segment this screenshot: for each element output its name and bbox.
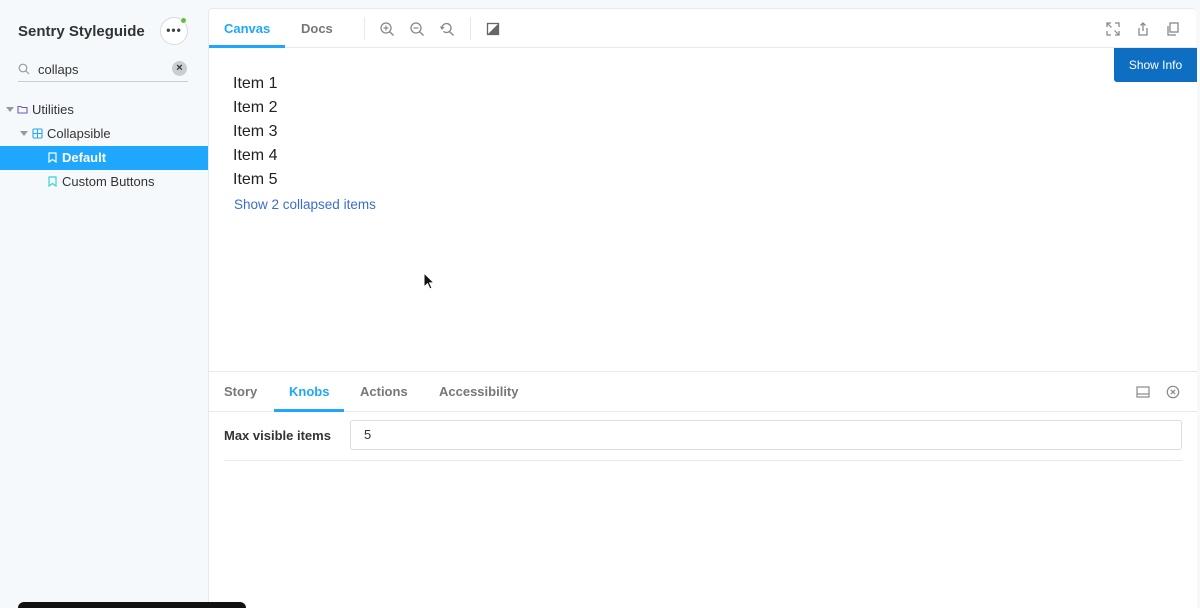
show-collapsed-items-link[interactable]: Show 2 collapsed items (234, 193, 376, 217)
show-info-button[interactable]: Show Info (1114, 48, 1197, 82)
addons-tabs: Story Knobs Actions Accessibility (209, 372, 1197, 412)
toolbar-divider (470, 17, 471, 40)
menu-button[interactable]: ••• (160, 17, 188, 45)
sidebar: Sentry Styleguide ••• collaps × Utilitie… (0, 0, 208, 608)
share-icon[interactable] (1135, 21, 1151, 37)
tree-item-collapsible[interactable]: Collapsible (0, 122, 208, 146)
list-item: Item 4 (233, 147, 278, 164)
toolbar: Canvas Docs (209, 9, 1197, 48)
tree-item-label: Default (62, 150, 107, 165)
tab-story[interactable]: Story (209, 372, 272, 412)
collapsible-list: Item 1 Item 2 Item 3 Item 4 Item 5 Show … (233, 72, 376, 217)
chevron-down-icon (6, 107, 14, 112)
list-item: Item 2 (233, 99, 278, 116)
folder-icon (17, 105, 28, 114)
bottom-overlay-bar (18, 602, 246, 608)
component-icon (32, 128, 43, 139)
list-item: Item 5 (233, 171, 278, 188)
tab-canvas[interactable]: Canvas (209, 9, 286, 48)
tab-knobs[interactable]: Knobs (274, 372, 345, 412)
story-canvas: Show Info Item 1 Item 2 Item 3 Item 4 It… (209, 48, 1197, 371)
knob-label: Max visible items (224, 428, 331, 443)
zoom-in-icon[interactable] (379, 21, 395, 37)
background-icon[interactable] (485, 21, 501, 37)
tree-item-label: Collapsible (47, 126, 111, 141)
tree-item-label: Custom Buttons (62, 174, 155, 189)
knob-row: Max visible items 5 (224, 420, 1182, 461)
clear-search-icon[interactable]: × (172, 61, 187, 76)
more-icon: ••• (166, 22, 182, 37)
panel-position-icon[interactable] (1136, 385, 1150, 399)
list-item: Item 3 (233, 123, 278, 140)
chevron-down-icon (20, 131, 28, 136)
tree-item-custom-buttons[interactable]: Custom Buttons (0, 170, 208, 194)
max-visible-items-input[interactable]: 5 (350, 420, 1182, 450)
preview-panel: Canvas Docs Show Info Item 1 Item 2 Item… (208, 8, 1197, 608)
tree-item-utilities[interactable]: Utilities (0, 98, 208, 122)
zoom-reset-icon[interactable] (439, 21, 455, 37)
tab-accessibility[interactable]: Accessibility (424, 372, 534, 412)
bookmark-icon (48, 176, 57, 187)
search-icon (18, 63, 30, 75)
search-box[interactable]: collaps × (18, 59, 188, 82)
zoom-out-icon[interactable] (409, 21, 425, 37)
status-indicator (180, 17, 187, 24)
tree-item-default[interactable]: Default (0, 146, 208, 170)
bookmark-icon (48, 152, 57, 163)
search-input[interactable]: collaps (38, 62, 78, 77)
tree-item-label: Utilities (32, 102, 74, 117)
toolbar-divider (364, 17, 365, 40)
close-panel-icon[interactable] (1166, 385, 1180, 399)
addons-panel: Story Knobs Actions Accessibility Max vi… (209, 371, 1197, 608)
mouse-cursor-icon (423, 272, 435, 290)
tab-actions[interactable]: Actions (345, 372, 423, 412)
list-item: Item 1 (233, 75, 278, 92)
fullscreen-icon[interactable] (1105, 21, 1121, 37)
brand-title[interactable]: Sentry Styleguide (18, 23, 145, 40)
copy-icon[interactable] (1165, 21, 1181, 37)
tab-docs[interactable]: Docs (286, 9, 348, 48)
